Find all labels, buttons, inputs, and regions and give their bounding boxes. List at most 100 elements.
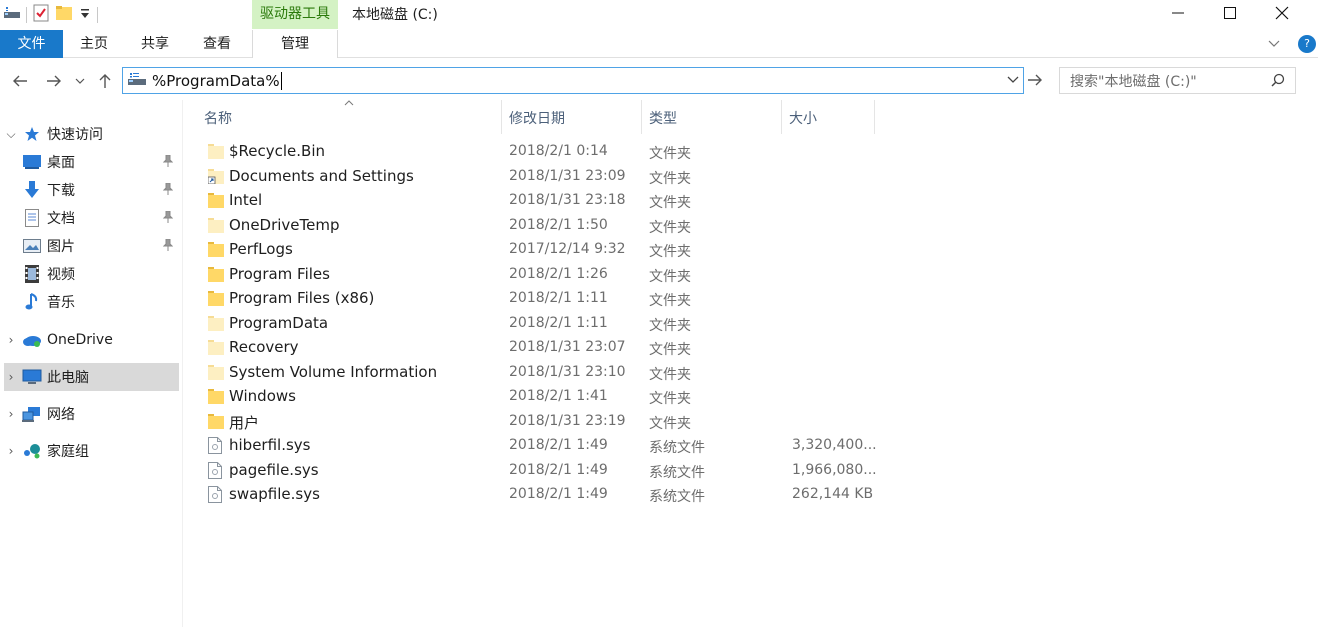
table-row[interactable]: 用户 2018/1/31 23:19 文件夹 (204, 410, 1064, 434)
file-modified-date: 2018/1/31 23:09 (509, 167, 626, 184)
up-button[interactable] (94, 70, 116, 92)
nav-this-pc[interactable]: › 此电脑 (4, 363, 179, 391)
table-row[interactable]: Program Files 2018/2/1 1:26 文件夹 (204, 263, 1064, 287)
drive-tools-header: 驱动器工具 (252, 0, 338, 29)
title-bar: 驱动器工具 本地磁盘 (C:) (0, 0, 1318, 30)
table-row[interactable]: pagefile.sys 2018/2/1 1:49 系统文件 1,966,080..… (204, 459, 1064, 483)
maximize-button[interactable] (1204, 0, 1256, 26)
file-modified-date: 2018/1/31 23:19 (509, 412, 626, 429)
folder-icon (208, 413, 224, 430)
minimize-button[interactable] (1152, 0, 1204, 26)
address-input[interactable]: %ProgramData% (152, 71, 282, 90)
nav-homegroup[interactable]: › 家庭组 (4, 437, 179, 465)
table-row[interactable]: PerfLogs 2017/12/14 9:32 文件夹 (204, 238, 1064, 262)
nav-item-downloads[interactable]: 下载 (18, 176, 179, 204)
nav-label: 快速访问 (47, 127, 103, 143)
pin-icon[interactable] (162, 182, 174, 199)
hidden-folder-icon (208, 143, 224, 160)
pin-icon[interactable] (162, 154, 174, 171)
table-row[interactable]: System Volume Information 2018/1/31 23:10… (204, 361, 1064, 385)
column-divider[interactable] (501, 100, 502, 134)
nav-network[interactable]: › 网络 (4, 400, 179, 428)
desktop-icon (22, 153, 42, 171)
nav-item-music[interactable]: 音乐 (18, 288, 179, 316)
customize-toolbar-icon[interactable] (79, 6, 91, 24)
table-row[interactable]: Intel 2018/1/31 23:18 文件夹 (204, 189, 1064, 213)
onedrive-icon (22, 331, 42, 349)
go-arrow-icon[interactable] (1027, 73, 1043, 91)
file-modified-date: 2018/2/1 1:11 (509, 314, 608, 331)
tab-view[interactable]: 查看 (195, 30, 239, 58)
pin-icon[interactable] (162, 238, 174, 255)
file-name: OneDriveTemp (229, 215, 340, 234)
nav-quick-access[interactable]: ⌵ 快速访问 (4, 120, 179, 148)
properties-icon[interactable] (33, 4, 49, 26)
chevron-down-icon[interactable] (1007, 73, 1019, 91)
column-header-name[interactable]: 名称 (204, 104, 232, 134)
table-row[interactable]: Windows 2018/2/1 1:41 文件夹 (204, 385, 1064, 409)
chevron-expanded-icon[interactable]: ⌵ (4, 127, 18, 142)
table-row[interactable]: hiberfil.sys 2018/2/1 1:49 系统文件 3,320,400..… (204, 434, 1064, 458)
back-button[interactable] (9, 70, 31, 92)
table-row[interactable]: swapfile.sys 2018/2/1 1:49 系统文件 262,144 KB (204, 483, 1064, 507)
table-row[interactable]: Documents and Settings 2018/1/31 23:09 文件夹 (204, 165, 1064, 189)
address-bar[interactable]: %ProgramData% (122, 67, 1024, 94)
nav-item-documents[interactable]: 文档 (18, 204, 179, 232)
table-row[interactable]: $Recycle.Bin 2018/2/1 0:14 文件夹 (204, 140, 1064, 164)
search-box[interactable]: 搜索"本地磁盘 (C:)" (1059, 67, 1296, 94)
pin-icon[interactable] (162, 210, 174, 227)
column-divider[interactable] (874, 100, 875, 134)
table-row[interactable]: Recovery 2018/1/31 23:07 文件夹 (204, 336, 1064, 360)
table-row[interactable]: OneDriveTemp 2018/2/1 1:50 文件夹 (204, 214, 1064, 238)
file-modified-date: 2018/2/1 1:11 (509, 290, 608, 306)
folder-shortcut-icon (207, 168, 224, 185)
ribbon-tabs: 文件 主页 共享 查看 管理 ? (0, 30, 1318, 58)
folder-icon (208, 290, 224, 307)
toolbar-divider (97, 7, 98, 23)
column-header-type[interactable]: 类型 (649, 104, 677, 134)
tab-home[interactable]: 主页 (72, 30, 116, 58)
column-divider[interactable] (781, 100, 782, 134)
nav-onedrive[interactable]: › OneDrive (4, 326, 179, 354)
file-type: 文件夹 (649, 293, 691, 309)
table-row[interactable]: Program Files (x86) 2018/2/1 1:11 文件夹 (204, 287, 1064, 311)
nav-label: OneDrive (47, 332, 113, 348)
close-button[interactable] (1256, 0, 1308, 26)
new-folder-icon[interactable] (55, 5, 73, 25)
table-row[interactable]: ProgramData 2018/2/1 1:11 文件夹 (204, 312, 1064, 336)
hidden-folder-icon (208, 217, 224, 234)
chevron-down-icon[interactable] (1268, 36, 1280, 52)
file-name: Intel (229, 191, 263, 209)
file-modified-date: 2018/1/31 23:10 (509, 363, 626, 380)
arrow-right-icon (47, 75, 61, 87)
nav-item-pictures[interactable]: 图片 (18, 232, 179, 260)
tab-file[interactable]: 文件 (0, 30, 63, 58)
column-header-date[interactable]: 修改日期 (509, 104, 565, 134)
chevron-right-icon[interactable]: › (4, 333, 18, 347)
help-icon[interactable]: ? (1298, 35, 1316, 53)
chevron-right-icon[interactable]: › (4, 407, 18, 421)
file-type: 文件夹 (649, 366, 691, 383)
search-icon[interactable] (1271, 73, 1285, 91)
chevron-right-icon[interactable]: › (4, 370, 18, 384)
file-name: swapfile.sys (229, 485, 320, 503)
column-divider[interactable] (641, 100, 642, 134)
file-name: ProgramData (229, 313, 329, 332)
tab-share[interactable]: 共享 (133, 30, 177, 58)
maximize-icon (1224, 7, 1236, 19)
forward-button[interactable] (43, 70, 65, 92)
file-name: Recovery (229, 338, 299, 356)
search-input[interactable]: 搜索"本地磁盘 (C:)" (1070, 71, 1197, 91)
system-file-icon (208, 461, 224, 479)
chevron-right-icon[interactable]: › (4, 444, 18, 458)
column-header-size[interactable]: 大小 (789, 104, 817, 134)
tab-manage[interactable]: 管理 (252, 30, 338, 58)
file-modified-date: 2018/2/1 1:41 (509, 388, 608, 404)
nav-item-desktop[interactable]: 桌面 (18, 148, 179, 176)
nav-label: 图片 (47, 239, 75, 255)
recent-locations-button[interactable] (72, 70, 88, 92)
drive-icon[interactable] (4, 6, 20, 24)
hidden-folder-icon (208, 364, 224, 381)
nav-item-videos[interactable]: 视频 (18, 260, 179, 288)
computer-icon (22, 368, 42, 386)
